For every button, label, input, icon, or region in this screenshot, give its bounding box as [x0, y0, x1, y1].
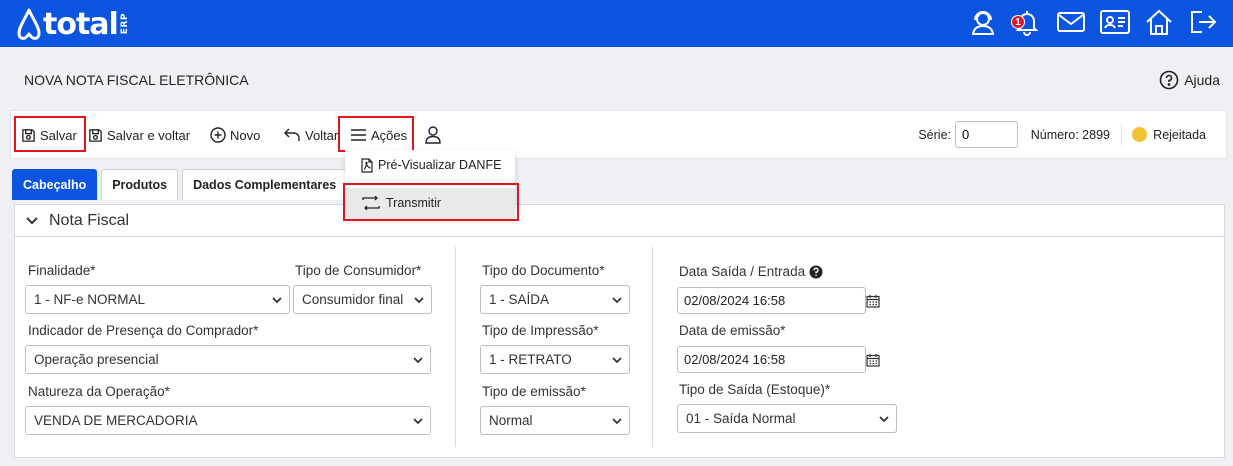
question-circle-icon[interactable]: [809, 265, 823, 279]
undo-arrow-icon: [284, 128, 300, 141]
new-label: Novo: [230, 127, 261, 143]
natureza-operacao-select[interactable]: VENDA DE MERCADORIA: [25, 406, 431, 435]
plus-circle-icon: [210, 127, 226, 143]
chevron-down-icon: [414, 297, 424, 304]
tipo-saida-value: 01 - Saída Normal: [686, 411, 796, 426]
highlight-actions: [338, 116, 414, 152]
data-saida-input[interactable]: 02/08/2024 16:58: [677, 287, 866, 314]
tipo-consumidor-label: Tipo de Consumidor*: [295, 263, 422, 278]
indicador-presenca-value: Operação presencial: [34, 352, 159, 367]
data-emissao-label: Data de emissão*: [679, 323, 786, 338]
serie-input[interactable]: [955, 121, 1018, 148]
chevron-down-icon: [272, 297, 282, 304]
tipo-impressao-select[interactable]: 1 - RETRATO: [480, 345, 630, 374]
header-icons: 1: [967, 6, 1219, 38]
logo-mark-icon: [17, 8, 41, 40]
nota-fiscal-panel: Nota Fiscal Finalidade* 1 - NF-e NORMAL …: [14, 204, 1225, 458]
support-icon[interactable]: [967, 6, 999, 38]
back-button[interactable]: Voltar: [283, 124, 338, 146]
status-badge: Rejeitada: [1132, 127, 1206, 142]
natureza-operacao-label: Natureza da Operação*: [28, 384, 170, 399]
tipo-documento-label: Tipo do Documento*: [482, 263, 605, 278]
logout-icon[interactable]: [1187, 6, 1219, 38]
notification-button[interactable]: 1: [1011, 6, 1043, 38]
chevron-down-icon: [879, 416, 889, 423]
user-button[interactable]: [425, 124, 441, 146]
help-link[interactable]: Ajuda: [1159, 70, 1220, 90]
home-icon[interactable]: [1143, 6, 1175, 38]
indicador-presenca-label: Indicador de Presença do Comprador*: [28, 323, 259, 338]
tab-dados-complementares[interactable]: Dados Complementares: [182, 169, 348, 200]
menu-item-label: Pré-Visualizar DANFE: [378, 158, 502, 172]
column-divider: [652, 247, 653, 447]
chevron-down-icon: [413, 418, 423, 425]
tipo-consumidor-value: Consumidor final: [302, 292, 404, 307]
finalidade-label: Finalidade*: [28, 263, 96, 278]
tipo-saida-label: Tipo de Saída (Estoque)*: [679, 382, 831, 397]
tipo-consumidor-select[interactable]: Consumidor final: [293, 285, 432, 314]
data-emissao-input[interactable]: 02/08/2024 16:58: [677, 346, 866, 373]
total-erp-logo[interactable]: total ERP: [16, 4, 130, 44]
serie-label: Série:: [918, 127, 951, 142]
tipo-emissao-value: Normal: [489, 413, 533, 428]
save-and-back-button[interactable]: Salvar e voltar: [88, 124, 190, 146]
indicador-presenca-select[interactable]: Operação presencial: [25, 345, 431, 374]
tab-produtos[interactable]: Produtos: [101, 169, 179, 200]
numero-label: Número: 2899: [1030, 128, 1110, 142]
tipo-emissao-label: Tipo de emissão*: [482, 384, 586, 399]
toolbar-divider: [1121, 125, 1122, 145]
logo-erp-text: ERP: [119, 13, 130, 35]
tipo-documento-select[interactable]: 1 - SAÍDA: [480, 285, 630, 314]
tipo-saida-select[interactable]: 01 - Saída Normal: [677, 404, 897, 433]
pdf-icon: [361, 157, 373, 173]
chevron-down-icon: [612, 418, 622, 425]
calendar-icon[interactable]: [866, 294, 880, 308]
chevron-down-icon: [26, 216, 38, 224]
highlight-save: [14, 116, 86, 152]
status-dot-icon: [1132, 127, 1148, 142]
top-bar: total ERP 1: [0, 0, 1233, 47]
column-divider: [455, 247, 456, 447]
data-saida-label: Data Saída / Entrada: [679, 264, 806, 279]
mail-icon[interactable]: [1055, 6, 1087, 38]
menu-item-preview-danfe[interactable]: Pré-Visualizar DANFE: [345, 150, 515, 180]
status-label: Rejeitada: [1153, 127, 1206, 142]
contact-card-icon[interactable]: [1099, 6, 1131, 38]
tipo-impressao-value: 1 - RETRATO: [489, 352, 572, 367]
notification-badge: 1: [1011, 15, 1025, 29]
serie-group: Série:: [918, 121, 1018, 148]
save-icon: [89, 128, 102, 142]
data-saida-value: 02/08/2024 16:58: [684, 293, 786, 308]
logo-word: total: [43, 6, 119, 42]
finalidade-value: 1 - NF-e NORMAL: [34, 292, 146, 307]
tipo-documento-value: 1 - SAÍDA: [489, 292, 550, 307]
tabs: Cabeçalho Produtos Dados Complementares: [12, 169, 348, 200]
toolbar: Salvar Salvar e voltar Novo Voltar Ações…: [10, 110, 1227, 159]
data-saida-label-group: Data Saída / Entrada: [679, 264, 823, 279]
chevron-down-icon: [612, 357, 622, 364]
highlight-transmit: [343, 183, 519, 221]
back-label: Voltar: [305, 127, 339, 143]
finalidade-select[interactable]: 1 - NF-e NORMAL: [25, 285, 290, 314]
tipo-emissao-select[interactable]: Normal: [480, 406, 630, 435]
tab-cabecalho[interactable]: Cabeçalho: [12, 169, 98, 200]
help-icon: [1159, 70, 1179, 90]
section-title: Nota Fiscal: [49, 211, 130, 229]
save-and-back-label: Salvar e voltar: [107, 127, 191, 143]
chevron-down-icon: [612, 297, 622, 304]
calendar-icon[interactable]: [866, 353, 880, 367]
data-emissao-value: 02/08/2024 16:58: [684, 352, 786, 367]
page-title: NOVA NOTA FISCAL ELETRÔNICA: [24, 72, 249, 88]
tipo-impressao-label: Tipo de Impressão*: [482, 323, 599, 338]
natureza-operacao-value: VENDA DE MERCADORIA: [34, 413, 198, 428]
new-button[interactable]: Novo: [210, 124, 260, 146]
panel-header[interactable]: Nota Fiscal: [15, 205, 1224, 237]
chevron-down-icon: [413, 357, 423, 364]
user-icon: [425, 126, 441, 144]
help-label: Ajuda: [1184, 72, 1220, 88]
